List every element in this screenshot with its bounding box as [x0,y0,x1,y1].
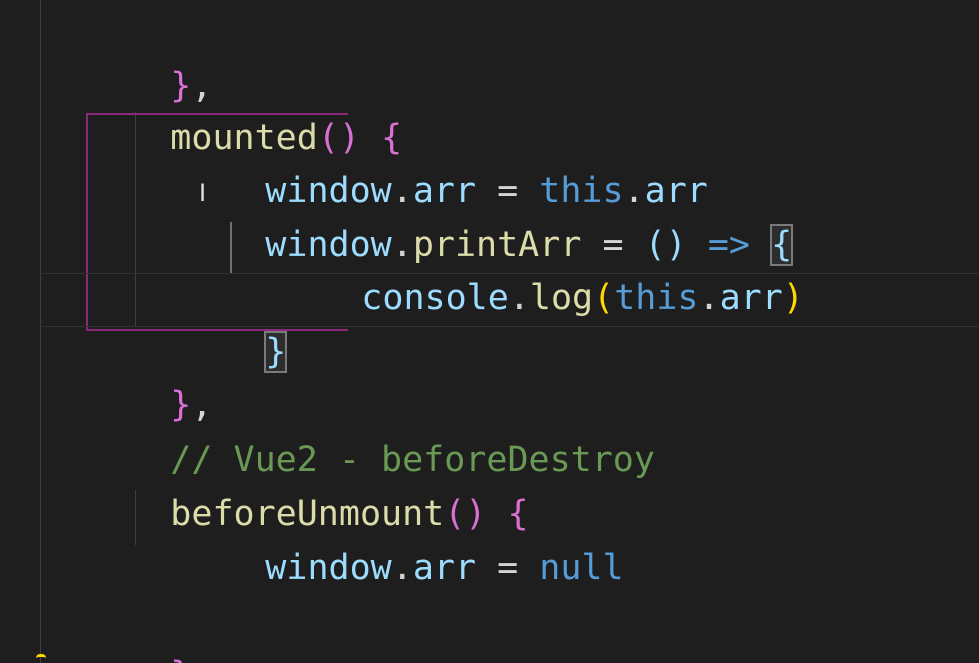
property: arr [412,548,477,588]
paren: ) [782,278,804,318]
property: arr [719,278,783,318]
code-line[interactable]: // Vue2 - beforeDestroy [86,382,655,480]
code-line[interactable]: window.printArr = () => { [181,167,794,266]
code-line[interactable]: beforeUnmount() { [86,436,528,534]
dot: . [508,278,530,318]
indent-guide [40,0,41,663]
comma: , [191,655,212,663]
code-line[interactable]: }, [86,327,212,425]
keyword: this [614,278,699,318]
paren: ( [593,278,615,318]
code-line[interactable]: }, [86,8,212,106]
ibeam-cursor-icon: I [199,179,207,207]
partial-glyph [36,654,46,663]
code-line[interactable]: window.arr = this.arr [181,113,708,211]
code-line[interactable]: }, [86,597,212,663]
code-line[interactable]: window.arr = null [181,490,623,588]
operator: = [476,548,540,588]
method: log [529,278,594,318]
code-editor[interactable]: }, mounted() { window.arr = this.arr win… [0,0,979,663]
code-line[interactable]: mounted() { [86,60,402,158]
code-line[interactable]: console.log(this.arr) [277,220,804,318]
closing-brace: } [170,655,191,663]
identifier: window [265,548,392,588]
matched-brace: } [264,331,288,373]
code-line[interactable]: } [181,274,288,373]
dot: . [698,278,720,318]
keyword: null [539,548,624,588]
identifier: console [361,278,509,318]
dot: . [391,548,413,588]
